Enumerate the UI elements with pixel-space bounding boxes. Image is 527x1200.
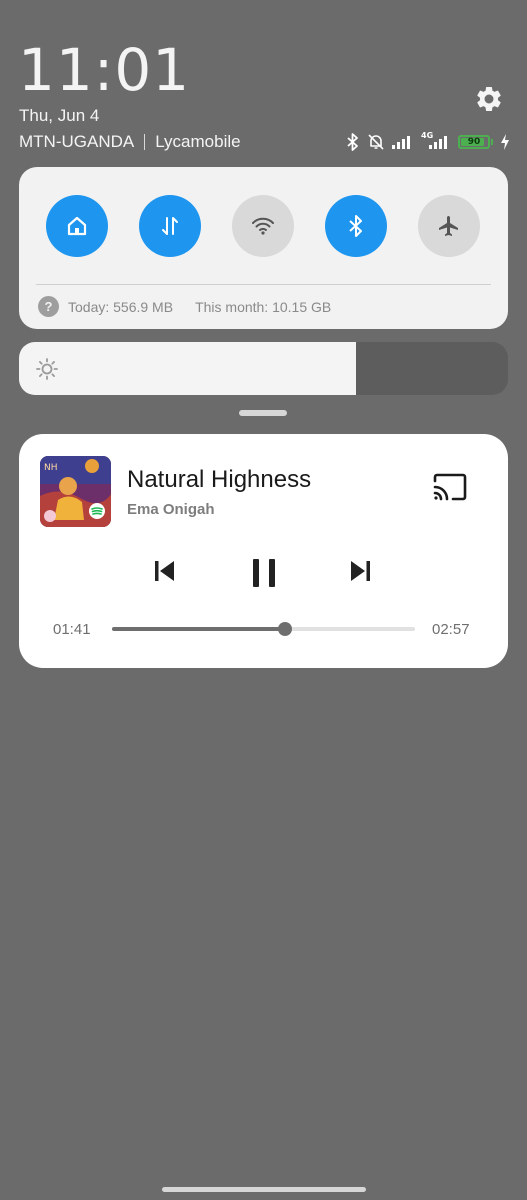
cast-icon[interactable] <box>432 472 470 504</box>
track-title: Natural Highness <box>127 466 312 493</box>
date-label: Thu, Jun 4 <box>19 106 100 125</box>
bluetooth-icon <box>346 133 360 151</box>
progress-fill <box>112 627 285 631</box>
status-icons: 4G 90 <box>346 130 510 154</box>
progress-bar[interactable] <box>112 622 415 636</box>
wifi-icon <box>252 217 274 235</box>
toggle-home[interactable] <box>46 195 108 257</box>
data-today: Today: 556.9 MB <box>68 298 174 315</box>
album-art[interactable]: NH <box>40 456 111 527</box>
toggle-bluetooth[interactable] <box>325 195 387 257</box>
track-artist: Ema Onigah <box>127 501 215 518</box>
bluetooth-icon <box>349 215 362 237</box>
home-icon <box>67 216 87 236</box>
next-button[interactable] <box>347 556 373 586</box>
data-usage-row[interactable]: ? Today: 556.9 MB This month: 10.15 GB <box>38 296 331 317</box>
battery-icon: 90 <box>458 135 490 149</box>
brightness-icon <box>36 358 58 380</box>
data-transfer-icon <box>162 217 178 235</box>
brightness-slider[interactable] <box>19 342 508 395</box>
divider <box>36 284 491 285</box>
carrier-2: Lycamobile <box>155 132 241 151</box>
svg-text:NH: NH <box>44 463 58 473</box>
total-duration: 02:57 <box>432 621 470 638</box>
brightness-fill <box>19 342 357 395</box>
clock: 11:01 <box>18 36 191 104</box>
pause-button[interactable] <box>249 556 279 590</box>
progress-thumb[interactable] <box>277 622 292 636</box>
airplane-icon <box>439 216 458 236</box>
toggle-airplane-mode[interactable] <box>418 195 480 257</box>
bell-off-icon <box>367 133 385 151</box>
battery-level: 90 <box>467 137 481 147</box>
elapsed-time: 01:41 <box>53 621 91 638</box>
next-icon <box>351 561 370 581</box>
help-icon: ? <box>38 296 59 317</box>
carrier-row: MTN-UGANDA Lycamobile <box>19 132 241 152</box>
previous-icon <box>155 561 174 581</box>
media-player-card: NH Natural Highness Ema Onigah 01:41 02:… <box>19 434 508 668</box>
pause-icon <box>253 559 275 587</box>
carrier-divider <box>144 134 146 150</box>
data-month: This month: 10.15 GB <box>195 298 332 315</box>
home-gesture-bar[interactable] <box>162 1187 366 1192</box>
previous-button[interactable] <box>152 556 178 586</box>
signal-4g-icon: 4G <box>421 132 451 150</box>
charging-icon <box>500 134 510 150</box>
panel-drag-handle[interactable] <box>239 410 287 416</box>
toggle-wifi[interactable] <box>232 195 294 257</box>
gear-icon[interactable] <box>474 84 504 114</box>
carrier-1: MTN-UGANDA <box>19 132 135 151</box>
battery-cap <box>491 139 493 145</box>
toggle-mobile-data[interactable] <box>139 195 201 257</box>
signal-icon <box>392 135 414 149</box>
quick-settings-panel: ? Today: 556.9 MB This month: 10.15 GB <box>19 167 508 329</box>
